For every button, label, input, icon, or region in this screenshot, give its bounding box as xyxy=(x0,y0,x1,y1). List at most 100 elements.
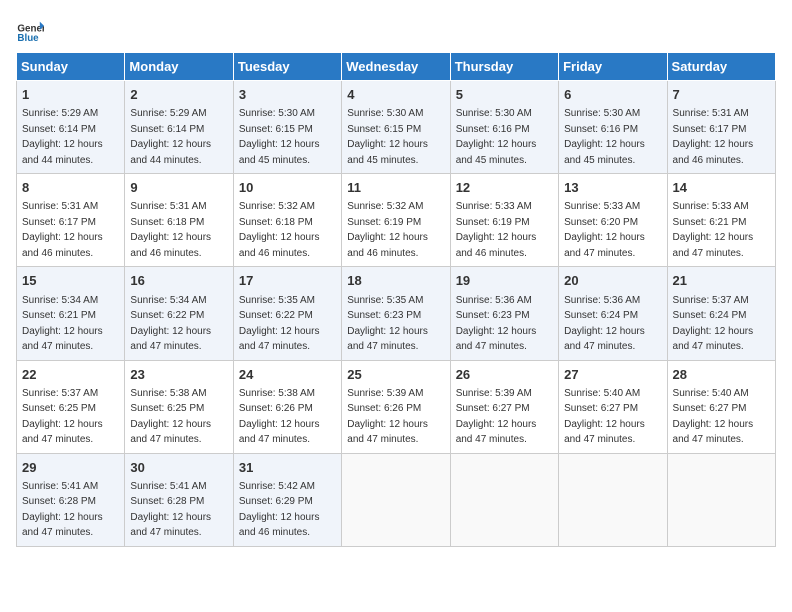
day-number: 23 xyxy=(130,366,227,384)
day-number: 17 xyxy=(239,272,336,290)
day-number: 18 xyxy=(347,272,444,290)
calendar-cell: 28 Sunrise: 5:40 AMSunset: 6:27 PMDayligh… xyxy=(667,360,775,453)
day-number: 31 xyxy=(239,459,336,477)
cell-info: Sunrise: 5:41 AMSunset: 6:28 PMDaylight:… xyxy=(130,481,211,539)
calendar-cell: 29 Sunrise: 5:41 AMSunset: 6:28 PMDayligh… xyxy=(17,453,125,546)
calendar-cell: 14 Sunrise: 5:33 AMSunset: 6:21 PMDayligh… xyxy=(667,174,775,267)
cell-info: Sunrise: 5:33 AMSunset: 6:21 PMDaylight:… xyxy=(673,201,754,259)
calendar-header-row: SundayMondayTuesdayWednesdayThursdayFrid… xyxy=(17,53,776,81)
calendar-cell: 26 Sunrise: 5:39 AMSunset: 6:27 PMDayligh… xyxy=(450,360,558,453)
calendar-cell: 18 Sunrise: 5:35 AMSunset: 6:23 PMDayligh… xyxy=(342,267,450,360)
cell-info: Sunrise: 5:31 AMSunset: 6:18 PMDaylight:… xyxy=(130,201,211,259)
calendar-cell: 5Sunrise: 5:30 AMSunset: 6:16 PMDaylight… xyxy=(450,81,558,174)
calendar-cell: 30 Sunrise: 5:41 AMSunset: 6:28 PMDayligh… xyxy=(125,453,233,546)
calendar-cell: 17 Sunrise: 5:35 AMSunset: 6:22 PMDayligh… xyxy=(233,267,341,360)
calendar-body: 1 Sunrise: 5:29 AMSunset: 6:14 PMDaylight… xyxy=(17,81,776,547)
calendar-cell xyxy=(450,453,558,546)
cell-info: Sunrise: 5:31 AMSunset: 6:17 PMDaylight:… xyxy=(673,108,754,166)
calendar-table: SundayMondayTuesdayWednesdayThursdayFrid… xyxy=(16,52,776,547)
day-number: 12 xyxy=(456,179,553,197)
calendar-cell: 6 Sunrise: 5:30 AMSunset: 6:16 PMDaylight… xyxy=(559,81,667,174)
calendar-week-5: 29 Sunrise: 5:41 AMSunset: 6:28 PMDayligh… xyxy=(17,453,776,546)
cell-info: Sunrise: 5:40 AMSunset: 6:27 PMDaylight:… xyxy=(564,388,645,446)
cell-info: Sunrise: 5:37 AMSunset: 6:24 PMDaylight:… xyxy=(673,295,754,353)
calendar-cell: 10Sunrise: 5:32 AMSunset: 6:18 PMDayligh… xyxy=(233,174,341,267)
cell-info: Sunrise: 5:36 AMSunset: 6:23 PMDaylight:… xyxy=(456,295,537,353)
calendar-cell: 16 Sunrise: 5:34 AMSunset: 6:22 PMDayligh… xyxy=(125,267,233,360)
day-number: 14 xyxy=(673,179,770,197)
day-number: 29 xyxy=(22,459,119,477)
cell-info: Sunrise: 5:30 AMSunset: 6:16 PMDaylight:… xyxy=(456,108,537,166)
cell-info: Sunrise: 5:39 AMSunset: 6:27 PMDaylight:… xyxy=(456,388,537,446)
calendar-week-4: 22 Sunrise: 5:37 AMSunset: 6:25 PMDayligh… xyxy=(17,360,776,453)
cell-info: Sunrise: 5:34 AMSunset: 6:21 PMDaylight:… xyxy=(22,295,103,353)
day-header-sunday: Sunday xyxy=(17,53,125,81)
cell-info: Sunrise: 5:42 AMSunset: 6:29 PMDaylight:… xyxy=(239,481,320,539)
cell-info: Sunrise: 5:29 AMSunset: 6:14 PMDaylight:… xyxy=(22,108,103,166)
svg-text:Blue: Blue xyxy=(17,33,39,44)
day-header-saturday: Saturday xyxy=(667,53,775,81)
day-number: 19 xyxy=(456,272,553,290)
cell-info: Sunrise: 5:38 AMSunset: 6:26 PMDaylight:… xyxy=(239,388,320,446)
logo-icon: General Blue xyxy=(16,16,44,44)
calendar-cell: 4 Sunrise: 5:30 AMSunset: 6:15 PMDaylight… xyxy=(342,81,450,174)
calendar-cell xyxy=(342,453,450,546)
day-number: 26 xyxy=(456,366,553,384)
day-header-tuesday: Tuesday xyxy=(233,53,341,81)
day-header-monday: Monday xyxy=(125,53,233,81)
day-number: 15 xyxy=(22,272,119,290)
page-header: General Blue xyxy=(16,16,776,44)
cell-info: Sunrise: 5:39 AMSunset: 6:26 PMDaylight:… xyxy=(347,388,428,446)
calendar-cell: 9 Sunrise: 5:31 AMSunset: 6:18 PMDaylight… xyxy=(125,174,233,267)
day-number: 16 xyxy=(130,272,227,290)
cell-info: Sunrise: 5:29 AMSunset: 6:14 PMDaylight:… xyxy=(130,108,211,166)
day-number: 27 xyxy=(564,366,661,384)
day-number: 2 xyxy=(130,86,227,104)
cell-info: Sunrise: 5:30 AMSunset: 6:16 PMDaylight:… xyxy=(564,108,645,166)
cell-info: Sunrise: 5:35 AMSunset: 6:23 PMDaylight:… xyxy=(347,295,428,353)
calendar-cell: 13Sunrise: 5:33 AMSunset: 6:20 PMDayligh… xyxy=(559,174,667,267)
cell-info: Sunrise: 5:34 AMSunset: 6:22 PMDaylight:… xyxy=(130,295,211,353)
day-header-friday: Friday xyxy=(559,53,667,81)
day-number: 6 xyxy=(564,86,661,104)
day-number: 8 xyxy=(22,179,119,197)
calendar-week-1: 1 Sunrise: 5:29 AMSunset: 6:14 PMDaylight… xyxy=(17,81,776,174)
calendar-cell: 3Sunrise: 5:30 AMSunset: 6:15 PMDaylight… xyxy=(233,81,341,174)
calendar-cell: 24 Sunrise: 5:38 AMSunset: 6:26 PMDayligh… xyxy=(233,360,341,453)
day-number: 28 xyxy=(673,366,770,384)
calendar-cell: 15 Sunrise: 5:34 AMSunset: 6:21 PMDayligh… xyxy=(17,267,125,360)
calendar-cell: 27 Sunrise: 5:40 AMSunset: 6:27 PMDayligh… xyxy=(559,360,667,453)
calendar-cell: 25Sunrise: 5:39 AMSunset: 6:26 PMDayligh… xyxy=(342,360,450,453)
day-number: 11 xyxy=(347,179,444,197)
day-number: 1 xyxy=(22,86,119,104)
calendar-cell: 11Sunrise: 5:32 AMSunset: 6:19 PMDayligh… xyxy=(342,174,450,267)
calendar-cell xyxy=(667,453,775,546)
cell-info: Sunrise: 5:40 AMSunset: 6:27 PMDaylight:… xyxy=(673,388,754,446)
calendar-cell: 23Sunrise: 5:38 AMSunset: 6:25 PMDayligh… xyxy=(125,360,233,453)
day-number: 24 xyxy=(239,366,336,384)
cell-info: Sunrise: 5:35 AMSunset: 6:22 PMDaylight:… xyxy=(239,295,320,353)
day-number: 7 xyxy=(673,86,770,104)
day-number: 4 xyxy=(347,86,444,104)
day-number: 30 xyxy=(130,459,227,477)
day-header-wednesday: Wednesday xyxy=(342,53,450,81)
calendar-cell: 2 Sunrise: 5:29 AMSunset: 6:14 PMDaylight… xyxy=(125,81,233,174)
cell-info: Sunrise: 5:41 AMSunset: 6:28 PMDaylight:… xyxy=(22,481,103,539)
cell-info: Sunrise: 5:31 AMSunset: 6:17 PMDaylight:… xyxy=(22,201,103,259)
calendar-cell: 21 Sunrise: 5:37 AMSunset: 6:24 PMDayligh… xyxy=(667,267,775,360)
day-number: 22 xyxy=(22,366,119,384)
logo: General Blue xyxy=(16,16,44,44)
cell-info: Sunrise: 5:37 AMSunset: 6:25 PMDaylight:… xyxy=(22,388,103,446)
calendar-cell: 7 Sunrise: 5:31 AMSunset: 6:17 PMDaylight… xyxy=(667,81,775,174)
day-number: 9 xyxy=(130,179,227,197)
calendar-cell: 1 Sunrise: 5:29 AMSunset: 6:14 PMDaylight… xyxy=(17,81,125,174)
cell-info: Sunrise: 5:30 AMSunset: 6:15 PMDaylight:… xyxy=(347,108,428,166)
calendar-cell: 12Sunrise: 5:33 AMSunset: 6:19 PMDayligh… xyxy=(450,174,558,267)
calendar-week-2: 8 Sunrise: 5:31 AMSunset: 6:17 PMDaylight… xyxy=(17,174,776,267)
day-number: 10 xyxy=(239,179,336,197)
day-number: 21 xyxy=(673,272,770,290)
calendar-cell: 19 Sunrise: 5:36 AMSunset: 6:23 PMDayligh… xyxy=(450,267,558,360)
day-number: 20 xyxy=(564,272,661,290)
calendar-cell xyxy=(559,453,667,546)
cell-info: Sunrise: 5:33 AMSunset: 6:20 PMDaylight:… xyxy=(564,201,645,259)
